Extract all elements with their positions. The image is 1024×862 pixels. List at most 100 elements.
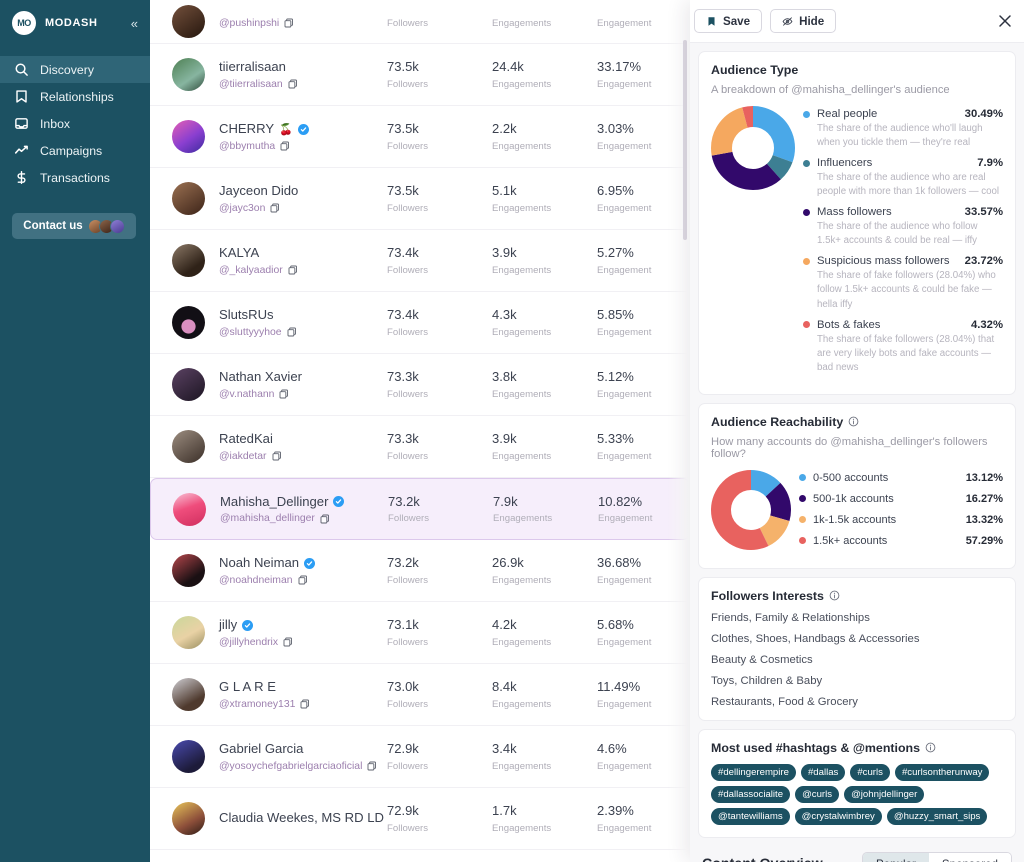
table-row[interactable]: Noah Neiman @noahdneiman 73.2k Followers 26.… xyxy=(150,540,690,602)
sidebar-item-relationships[interactable]: Relationships xyxy=(0,83,150,110)
profile-handle[interactable]: @jillyhendrix xyxy=(219,637,278,648)
table-row[interactable]: Gabriel Garcia @yosoychefgabrielgarciaofi… xyxy=(150,726,690,788)
reachability-legend: 0-500 accounts 13.12% 500-1k accounts 16.27… xyxy=(799,470,1003,556)
followers-cell: 73.5k Followers xyxy=(387,59,492,89)
metric-label: Engagements xyxy=(492,698,552,710)
table-row[interactable]: Jayceon Dido @jayc3on 73.5k Followers 5.1k En… xyxy=(150,168,690,230)
metric-label: Engagement xyxy=(597,140,652,152)
table-row[interactable]: RatedKai @iakdetar 73.3k Followers 3.9k Engag… xyxy=(150,416,690,478)
info-icon[interactable] xyxy=(829,590,840,601)
tab-sponsored[interactable]: Sponsored xyxy=(928,852,1011,862)
sidebar-item-label: Inbox xyxy=(40,116,71,131)
table-row[interactable]: CHERRY 🍒 @bbymutha 73.5k Followers 2.2k Engage… xyxy=(150,106,690,168)
hashtag-chip[interactable]: @johnjdellinger xyxy=(844,785,925,803)
hashtag-chip[interactable]: @huzzy_smart_sips xyxy=(886,807,988,825)
profile-handle[interactable]: @yosoychefgabrielgarciaoficial xyxy=(219,761,362,772)
legend-label: 0-500 accounts xyxy=(813,471,889,484)
copy-icon[interactable] xyxy=(367,761,377,771)
profile-handle[interactable]: @tiierralisaan xyxy=(219,79,283,90)
profile-name: Noah Neiman xyxy=(219,555,300,571)
table-row[interactable]: Claudia Weekes, MS RD LD 72.9k Followers 1.… xyxy=(150,788,690,850)
profile-name: SlutsRUs xyxy=(219,307,274,323)
info-icon[interactable] xyxy=(925,742,936,753)
table-row[interactable]: @pushinpshi Followers Engagements Engagemen… xyxy=(150,0,690,44)
copy-icon[interactable] xyxy=(270,203,280,213)
save-label: Save xyxy=(723,14,751,28)
avatar xyxy=(172,554,205,587)
copy-icon[interactable] xyxy=(279,389,289,399)
collapse-sidebar-button[interactable]: « xyxy=(131,17,138,30)
copy-icon[interactable] xyxy=(283,637,293,647)
profile-handle[interactable]: @iakdetar xyxy=(219,451,267,462)
hashtag-chip[interactable]: @curls xyxy=(795,785,840,803)
hashtag-chip[interactable]: @tantewilliams xyxy=(711,807,790,825)
hashtag-chip[interactable]: #dallassocialite xyxy=(711,785,791,803)
copy-icon[interactable] xyxy=(288,265,298,275)
contact-us-button[interactable]: Contact us xyxy=(12,213,136,239)
copy-icon[interactable] xyxy=(272,451,282,461)
legend-item: Real people 30.49% The share of the audien… xyxy=(803,108,1003,150)
hashtag-chip[interactable]: #dellingerempire xyxy=(711,763,796,781)
copy-icon[interactable] xyxy=(320,514,330,524)
profile-name: jilly xyxy=(219,617,238,633)
profile-handle-line: @xtramoney131 xyxy=(219,699,387,710)
hashtag-chip[interactable]: #dallas xyxy=(800,763,846,781)
copy-icon[interactable] xyxy=(287,327,297,337)
close-icon[interactable] xyxy=(996,12,1014,30)
info-icon[interactable] xyxy=(848,416,859,427)
metric-value: 73.4k xyxy=(387,307,419,323)
save-button[interactable]: Save xyxy=(694,9,763,33)
hashtag-chip[interactable]: #curlsontherunway xyxy=(894,763,990,781)
profile-handle[interactable]: @bbymutha xyxy=(219,141,275,152)
avatar xyxy=(172,120,205,153)
title-text: Followers Interests xyxy=(711,588,824,603)
tab-popular[interactable]: Popular xyxy=(862,852,929,862)
legend-label: 500-1k accounts xyxy=(813,492,894,505)
hashtag-chip[interactable]: #curls xyxy=(850,763,890,781)
engagement-rate-cell: 3.03% Engagement xyxy=(597,121,651,151)
table-row-selected[interactable]: Mahisha_Dellinger @mahisha_dellinger 73.2k… xyxy=(150,478,690,540)
profile-handle[interactable]: @v.nathann xyxy=(219,389,274,400)
table-row[interactable]: G L A R E @xtramoney131 73.0k Followers 8.4k… xyxy=(150,664,690,726)
copy-icon[interactable] xyxy=(280,141,290,151)
profile-handle[interactable]: @mahisha_dellinger xyxy=(220,513,315,524)
legend-label: 1k-1.5k accounts xyxy=(813,513,897,526)
legend-percent: 16.27% xyxy=(965,492,1003,505)
legend-percent: 13.32% xyxy=(965,513,1003,526)
profile-handle[interactable]: @xtramoney131 xyxy=(219,699,295,710)
profile-handle[interactable]: @noahdneiman xyxy=(219,575,293,586)
legend-item-row: 1.5k+ accounts 57.29% xyxy=(799,535,1003,547)
table-row[interactable]: SlutsRUs @sluttyyyhoe 73.4k Followers 4.3k En… xyxy=(150,292,690,354)
table-row[interactable]: KALYA @_kalyaadior 73.4k Followers 3.9k Engag… xyxy=(150,230,690,292)
sidebar-item-campaigns[interactable]: Campaigns xyxy=(0,137,150,164)
profile-name-cell: Gabriel Garcia @yosoychefgabrielgarciaofi… xyxy=(219,741,387,772)
legend-percent: 30.49% xyxy=(964,108,1003,120)
metric-value: 33.17% xyxy=(597,59,642,75)
influencer-list[interactable]: @pushinpshi Followers Engagements Engagemen… xyxy=(150,0,690,862)
profile-name: Mahisha_Dellinger xyxy=(220,493,329,509)
metric-value: 73.3k xyxy=(387,431,419,447)
profile-handle[interactable]: @_kalyaadior xyxy=(219,265,283,276)
sidebar-item-inbox[interactable]: Inbox xyxy=(0,110,150,137)
profile-name: Nathan Xavier xyxy=(219,369,302,385)
table-row[interactable]: Nathan Xavier @v.nathann 73.3k Followers 3.8… xyxy=(150,354,690,416)
table-row[interactable]: jilly @jillyhendrix 73.1k Followers 4.2k Enga… xyxy=(150,602,690,664)
profile-handle[interactable]: @pushinpshi xyxy=(219,18,279,29)
sidebar-item-transactions[interactable]: Transactions xyxy=(0,164,150,191)
copy-icon[interactable] xyxy=(298,575,308,585)
copy-icon[interactable] xyxy=(288,79,298,89)
list-scrollbar[interactable] xyxy=(683,40,687,240)
hide-button[interactable]: Hide xyxy=(770,9,837,33)
legend-label: Mass followers xyxy=(817,206,892,219)
copy-icon[interactable] xyxy=(300,699,310,709)
hashtags-mentions-title: Most used #hashtags & @mentions xyxy=(711,741,1003,755)
metric-label: Engagements xyxy=(492,326,552,338)
hashtag-chip[interactable]: @crystalwimbrey xyxy=(794,807,882,825)
table-row[interactable]: tiierralisaan @tiierralisaan 73.5k Follower… xyxy=(150,44,690,106)
verified-badge-icon xyxy=(242,619,254,631)
profile-handle[interactable]: @sluttyyyhoe xyxy=(219,327,282,338)
legend-color-dot xyxy=(799,516,806,524)
profile-handle[interactable]: @jayc3on xyxy=(219,203,265,214)
sidebar-item-discovery[interactable]: Discovery xyxy=(0,56,150,83)
copy-icon[interactable] xyxy=(284,18,294,28)
